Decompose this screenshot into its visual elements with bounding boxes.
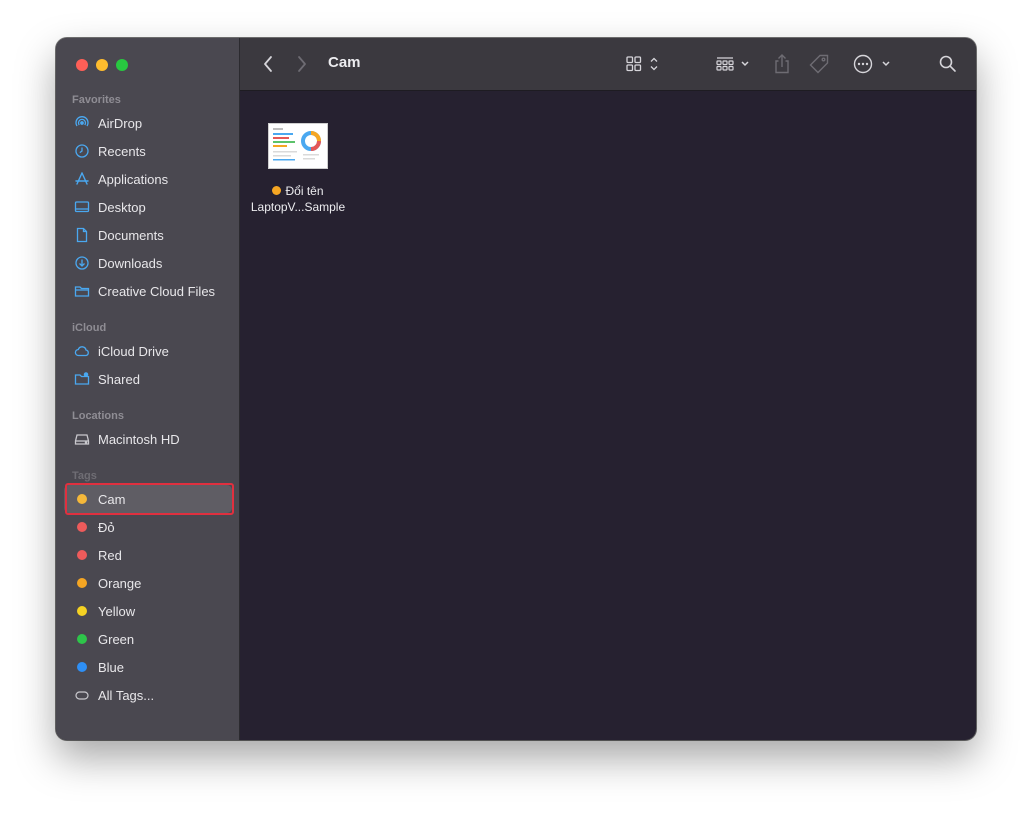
toolbar: Cam bbox=[240, 38, 976, 91]
zoom-button[interactable] bbox=[116, 59, 128, 71]
tag-dot-icon bbox=[74, 575, 90, 591]
sidebar-tag-blue[interactable]: Blue bbox=[64, 653, 232, 681]
search-icon bbox=[938, 54, 958, 74]
sidebar-item-applications[interactable]: Applications bbox=[64, 165, 232, 193]
sidebar-item-desktop[interactable]: Desktop bbox=[64, 193, 232, 221]
group-icon bbox=[714, 54, 754, 74]
ellipsis-circle-icon bbox=[852, 53, 892, 75]
tags-section-title: Tags bbox=[72, 470, 97, 482]
close-button[interactable] bbox=[76, 59, 88, 71]
tag-dot-icon bbox=[74, 631, 90, 647]
sidebar-item-shared[interactable]: Shared bbox=[64, 365, 232, 393]
file-browser-content[interactable]: Đổi tên LaptopV...Sample bbox=[240, 91, 976, 740]
minimize-button[interactable] bbox=[96, 59, 108, 71]
sidebar-item-label: Shared bbox=[98, 371, 140, 387]
file-item[interactable]: Đổi tên LaptopV...Sample bbox=[248, 123, 348, 215]
sidebar-item-macintosh-hd[interactable]: Macintosh HD bbox=[64, 425, 232, 453]
file-name-line2: LaptopV...Sample bbox=[250, 200, 346, 214]
sidebar-item-label: Documents bbox=[98, 227, 164, 243]
sidebar-tag-green[interactable]: Green bbox=[64, 625, 232, 653]
sidebar-item-label: Blue bbox=[98, 659, 125, 675]
hard-drive-icon bbox=[74, 431, 90, 447]
sidebar-item-label: All Tags... bbox=[98, 687, 155, 703]
download-icon bbox=[74, 255, 90, 271]
sidebar-item-label: Red bbox=[98, 547, 122, 563]
sidebar-item-creative-cloud-files[interactable]: Creative Cloud Files bbox=[64, 277, 232, 305]
tag-dot-icon bbox=[74, 603, 90, 619]
sidebar-item-label: Recents bbox=[98, 143, 146, 159]
view-options-button[interactable] bbox=[624, 52, 664, 76]
tag-dot-icon bbox=[74, 547, 90, 563]
sidebar-item-airdrop[interactable]: AirDrop bbox=[64, 109, 232, 137]
more-actions-button[interactable] bbox=[852, 52, 892, 76]
sidebar-item-label: Green bbox=[98, 631, 135, 647]
sidebar-tag-red[interactable]: Red bbox=[64, 541, 232, 569]
document-icon bbox=[74, 227, 90, 243]
file-thumbnail bbox=[268, 123, 328, 169]
sidebar-tag-do[interactable]: Đỏ bbox=[64, 513, 232, 541]
cloud-icon bbox=[74, 343, 90, 359]
airdrop-icon bbox=[74, 115, 90, 131]
sidebar-item-label: Orange bbox=[98, 575, 142, 591]
sidebar-item-label: AirDrop bbox=[98, 115, 143, 131]
sidebar-item-downloads[interactable]: Downloads bbox=[64, 249, 232, 277]
forward-button[interactable] bbox=[292, 52, 312, 76]
sidebar-item-label: Macintosh HD bbox=[98, 431, 180, 447]
back-button[interactable] bbox=[258, 52, 278, 76]
file-tag-dot bbox=[272, 186, 282, 195]
shared-folder-icon bbox=[74, 371, 90, 387]
window-controls bbox=[76, 59, 128, 71]
share-button[interactable] bbox=[770, 52, 794, 76]
favorites-section-title: Favorites bbox=[72, 94, 121, 106]
sidebar-item-label: Applications bbox=[98, 171, 169, 187]
sidebar-item-documents[interactable]: Documents bbox=[64, 221, 232, 249]
sidebar-item-label: Desktop bbox=[98, 199, 146, 215]
file-name-line1: Đổi tên bbox=[285, 184, 324, 198]
sidebar-item-label: Đỏ bbox=[98, 519, 115, 535]
sidebar-tag-yellow[interactable]: Yellow bbox=[64, 597, 232, 625]
window-title: Cam bbox=[328, 54, 361, 71]
share-icon bbox=[772, 53, 792, 75]
sidebar: Favorites AirDrop Recents Applications D… bbox=[56, 38, 240, 740]
icloud-section-title: iCloud bbox=[72, 322, 107, 334]
tag-dot-icon bbox=[74, 659, 90, 675]
file-name: Đổi tên LaptopV...Sample bbox=[248, 183, 348, 215]
search-button[interactable] bbox=[936, 52, 960, 76]
tag-button[interactable] bbox=[806, 52, 832, 76]
sidebar-tag-all-tags[interactable]: All Tags... bbox=[64, 681, 232, 709]
locations-section-title: Locations bbox=[72, 410, 124, 422]
sidebar-item-icloud-drive[interactable]: iCloud Drive bbox=[64, 337, 232, 365]
selection-highlight-box bbox=[65, 483, 234, 515]
tag-dot-icon bbox=[74, 519, 90, 535]
tag-icon bbox=[808, 53, 830, 75]
group-button[interactable] bbox=[714, 52, 754, 76]
sidebar-tag-orange[interactable]: Orange bbox=[64, 569, 232, 597]
clock-icon bbox=[74, 143, 90, 159]
sidebar-item-label: Creative Cloud Files bbox=[98, 283, 216, 299]
finder-window: Favorites AirDrop Recents Applications D… bbox=[56, 38, 976, 740]
applications-icon bbox=[74, 171, 90, 187]
chevron-left-icon bbox=[262, 55, 274, 73]
grid-view-icon bbox=[625, 54, 663, 74]
desktop-icon bbox=[74, 199, 90, 215]
folder-icon bbox=[74, 283, 90, 299]
sidebar-item-recents[interactable]: Recents bbox=[64, 137, 232, 165]
sidebar-item-label: Downloads bbox=[98, 255, 163, 271]
tag-outline-icon bbox=[74, 687, 90, 703]
chevron-right-icon bbox=[296, 55, 308, 73]
sidebar-item-label: Yellow bbox=[98, 603, 136, 619]
sidebar-item-label: iCloud Drive bbox=[98, 343, 169, 359]
